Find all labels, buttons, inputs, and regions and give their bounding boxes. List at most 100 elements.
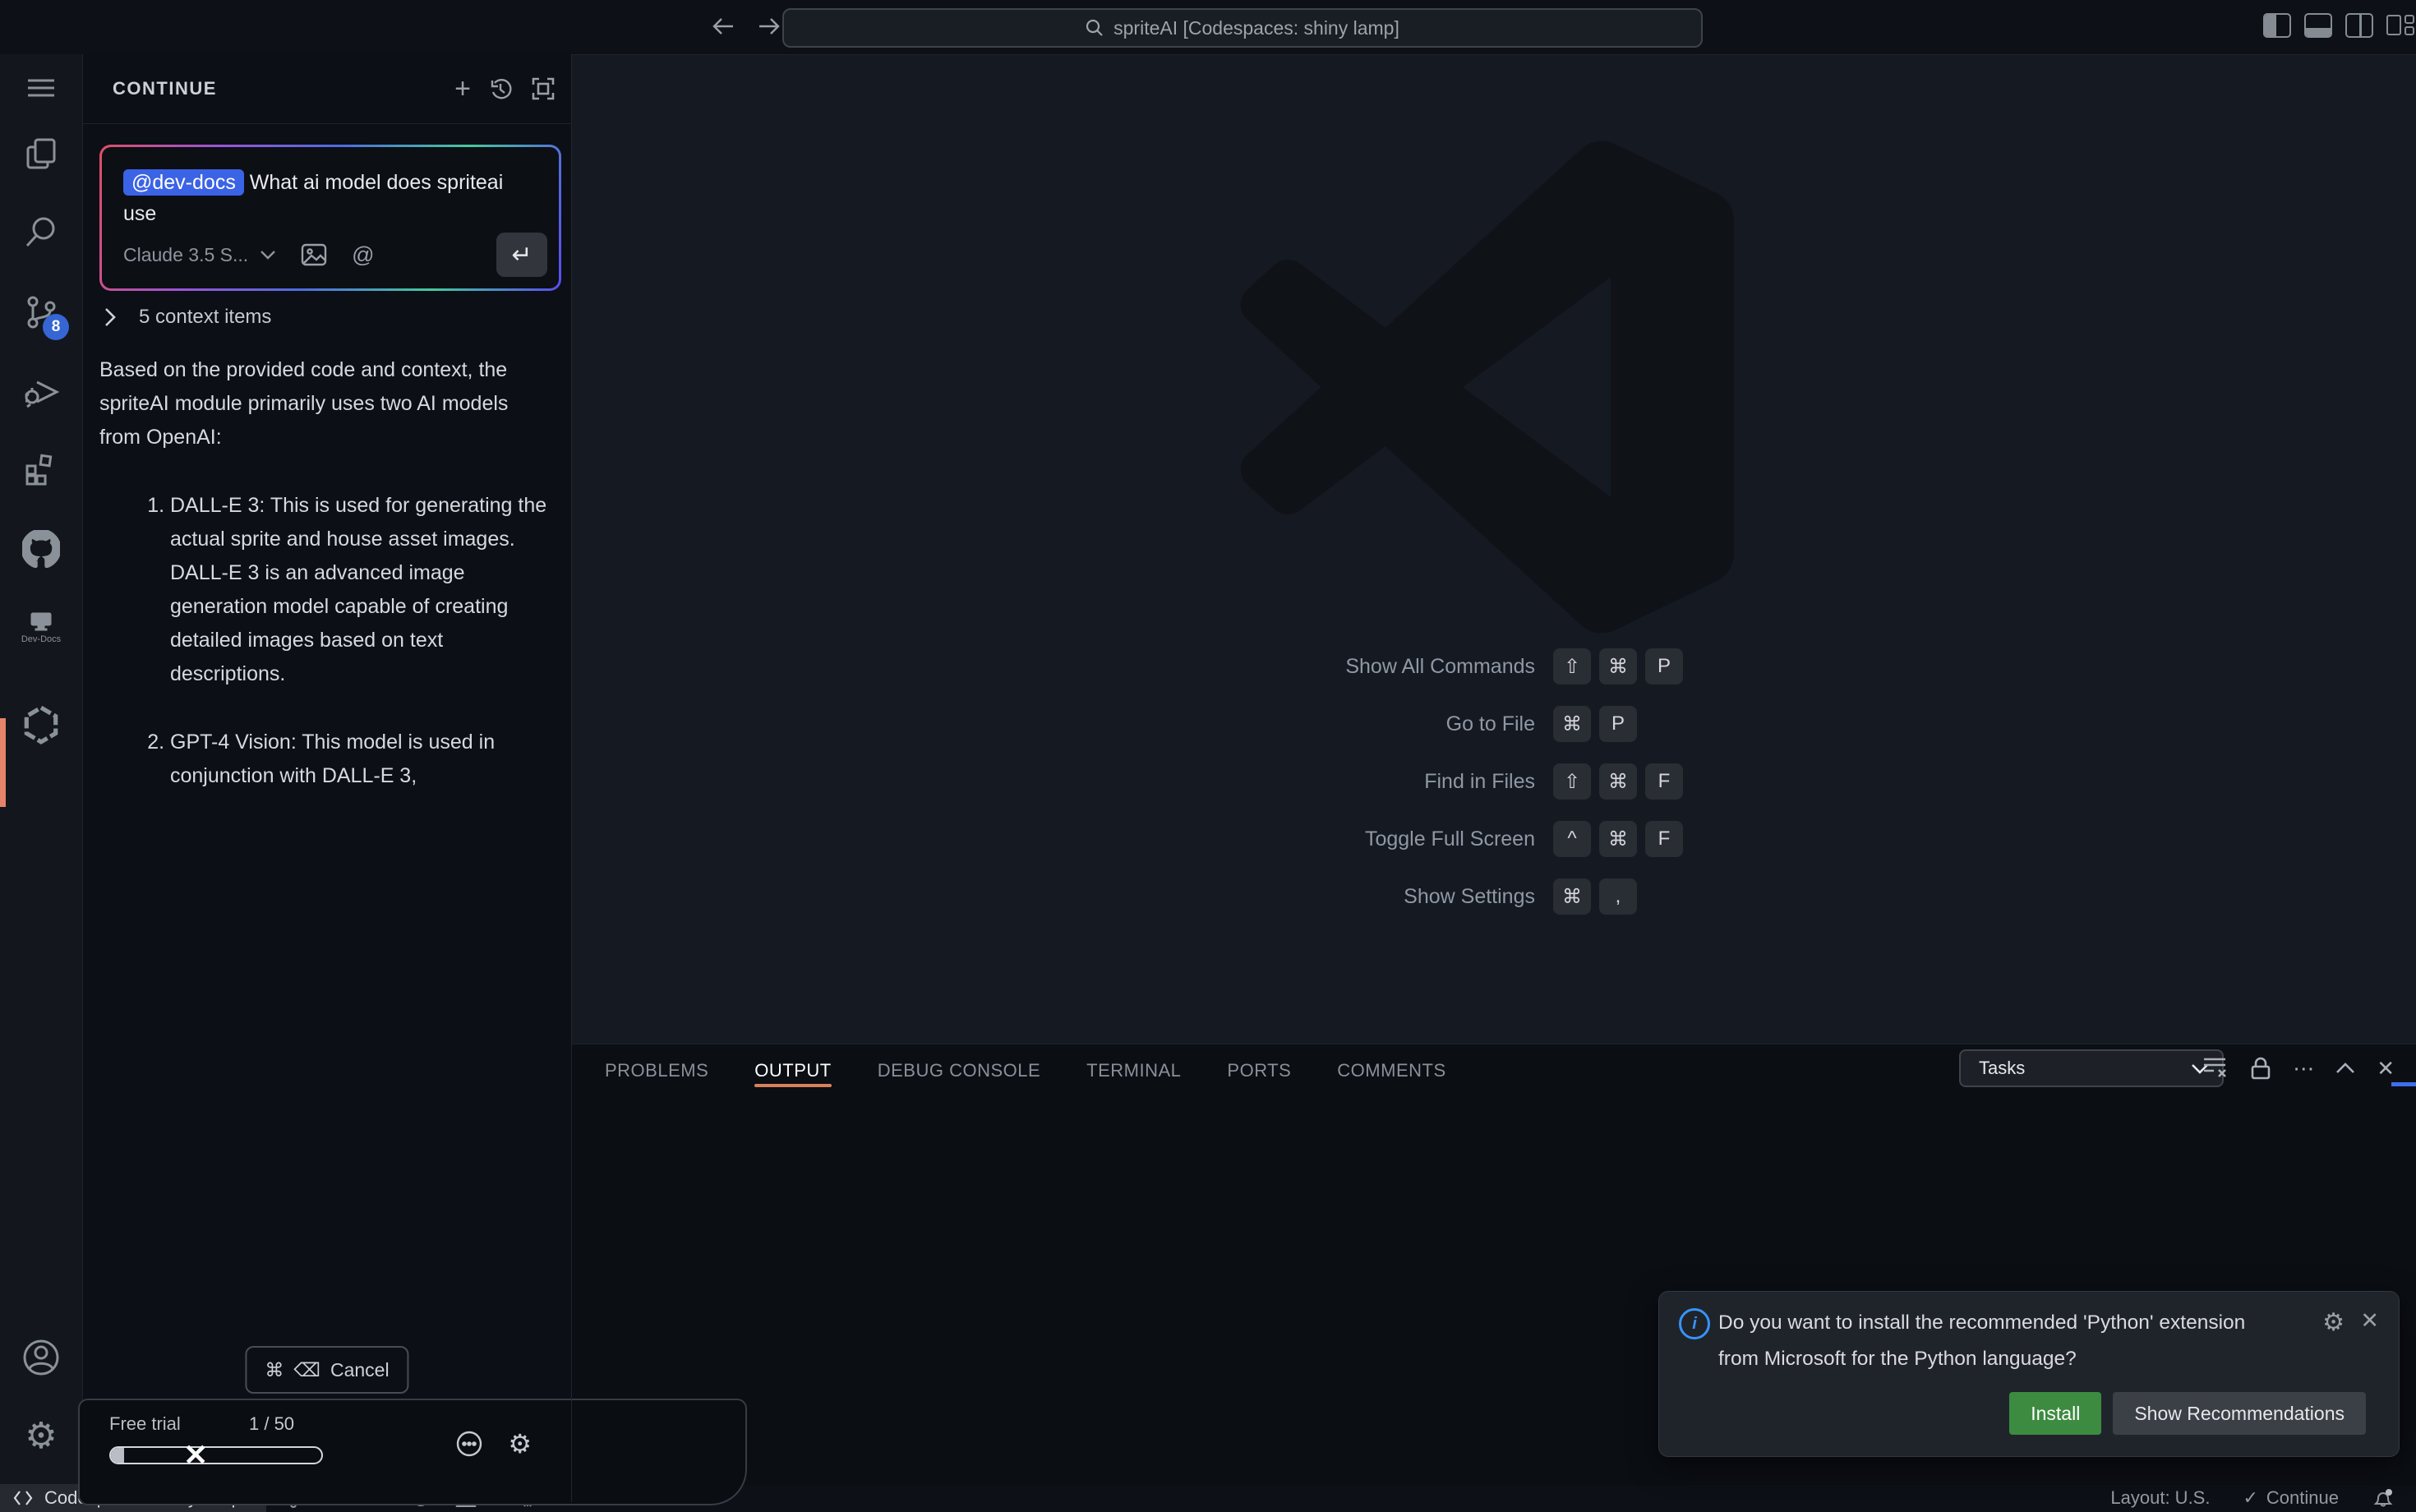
key-cmd: ⌘	[1553, 878, 1591, 915]
title-bar: spriteAI [Codespaces: shiny lamp]	[0, 0, 2416, 55]
continue-footer-bar: Free trial 1 / 50 ✕ ⚙	[78, 1399, 747, 1505]
response-list-item: DALL-E 3: This is used for generating th…	[170, 489, 553, 691]
key-f: F	[1645, 821, 1683, 857]
sidebar-item-continue[interactable]	[0, 687, 82, 763]
progress-marker[interactable]: ✕	[183, 1438, 208, 1473]
cancel-button[interactable]: ⌘ ⌫ Cancel	[245, 1346, 408, 1394]
continue-panel-header: CONTINUE +	[83, 54, 571, 124]
scm-badge: 8	[43, 314, 69, 340]
tab-problems[interactable]: PROBLEMS	[605, 1044, 708, 1097]
backspace-key-glyph: ⌫	[293, 1359, 320, 1381]
clear-output-icon[interactable]	[2202, 1056, 2229, 1081]
trial-progress-fill	[111, 1448, 124, 1463]
layout-indicator[interactable]: Layout: U.S.	[2110, 1487, 2210, 1509]
response-list-item: GPT-4 Vision: This model is used in conj…	[170, 726, 553, 793]
dev-docs-context-badge[interactable]: @dev-docs	[123, 169, 244, 196]
customize-layout-icon[interactable]	[2386, 15, 2411, 36]
show-recommendations-button[interactable]: Show Recommendations	[2113, 1392, 2366, 1435]
focus-indicator-line	[2391, 1082, 2416, 1086]
key-cmd: ⌘	[1553, 706, 1591, 742]
tab-comments[interactable]: COMMENTS	[1337, 1044, 1445, 1097]
panel-more-actions-icon[interactable]: ⋯	[2293, 1058, 2314, 1079]
add-context-at-icon[interactable]: @	[352, 242, 374, 268]
notification-toast: i Do you want to install the recommended…	[1658, 1291, 2400, 1457]
shortcut-row: Show All Commands ⇧⌘P	[572, 648, 1805, 685]
sidebar-item-run-debug[interactable]	[0, 354, 82, 430]
model-selector[interactable]: Claude 3.5 S...	[123, 244, 248, 266]
continue-status-item[interactable]: ✓ Continue	[2243, 1487, 2339, 1509]
search-icon	[1086, 19, 1104, 37]
key-f: F	[1645, 763, 1683, 800]
search-value: spriteAI [Codespaces: shiny lamp]	[1113, 17, 1399, 39]
output-channel-dropdown[interactable]: Tasks	[1959, 1049, 2224, 1087]
shortcut-row: Show Settings ⌘,	[572, 878, 1805, 915]
lock-output-icon[interactable]	[2250, 1056, 2271, 1081]
key-cmd: ⌘	[1599, 763, 1637, 800]
back-arrow-icon[interactable]	[708, 12, 738, 41]
cancel-label: Cancel	[330, 1359, 390, 1381]
context-items-label: 5 context items	[139, 306, 271, 329]
sidebar-item-github[interactable]	[0, 511, 82, 587]
install-button[interactable]: Install	[2009, 1392, 2101, 1435]
new-session-icon[interactable]: +	[454, 75, 471, 103]
context-items-row[interactable]: 5 context items	[104, 306, 271, 329]
maximize-panel-icon[interactable]	[2335, 1063, 2355, 1074]
output-channel-value: Tasks	[1979, 1058, 2025, 1079]
key-shift: ⇧	[1553, 648, 1591, 685]
fullscreen-icon[interactable]	[530, 76, 556, 102]
close-panel-icon[interactable]: ✕	[2377, 1058, 2395, 1079]
notification-settings-gear-icon[interactable]: ⚙	[2322, 1308, 2345, 1337]
key-p: P	[1599, 706, 1637, 742]
vscode-window: spriteAI [Codespaces: shiny lamp] 8	[0, 0, 2416, 1512]
watermark-shortcuts: Show All Commands ⇧⌘P Go to File ⌘P Find…	[572, 648, 1805, 936]
command-center-search[interactable]: spriteAI [Codespaces: shiny lamp]	[782, 8, 1703, 48]
key-p: P	[1645, 648, 1683, 685]
submit-enter-button[interactable]: ↵	[496, 233, 547, 277]
key-cmd: ⌘	[1599, 648, 1637, 685]
image-attach-icon[interactable]	[301, 243, 327, 266]
usage-count: 1 / 50	[249, 1413, 294, 1435]
key-cmd: ⌘	[1599, 821, 1637, 857]
tab-ports[interactable]: PORTS	[1227, 1044, 1291, 1097]
toggle-primary-sidebar-icon[interactable]	[2263, 13, 2291, 38]
chat-input-box[interactable]: @dev-docs What ai model does spriteai us…	[99, 145, 561, 291]
shortcut-row: Go to File ⌘P	[572, 706, 1805, 742]
continue-settings-gear-icon[interactable]: ⚙	[508, 1431, 532, 1457]
vscode-logo-watermark	[1233, 141, 1742, 634]
chat-input-text[interactable]: @dev-docs What ai model does spriteai us…	[102, 147, 559, 229]
sidebar-item-dev-docs[interactable]: Dev-Docs	[0, 590, 82, 666]
forward-arrow-icon[interactable]	[754, 12, 784, 41]
trial-progress-bar[interactable]: ✕	[109, 1446, 323, 1464]
chevron-down-icon[interactable]	[260, 250, 276, 260]
chevron-right-icon	[104, 307, 116, 327]
panel-title: CONTINUE	[113, 78, 217, 99]
more-options-icon[interactable]	[455, 1430, 483, 1458]
notification-close-icon[interactable]: ✕	[2360, 1308, 2379, 1334]
editor-area: Show All Commands ⇧⌘P Go to File ⌘P Find…	[572, 55, 2416, 1044]
tab-terminal[interactable]: TERMINAL	[1086, 1044, 1181, 1097]
key-shift: ⇧	[1553, 763, 1591, 800]
notification-message: Do you want to install the recommended '…	[1718, 1305, 2284, 1377]
continue-panel: CONTINUE + @dev-docs What ai model does …	[83, 54, 572, 1484]
shortcut-row: Find in Files ⇧⌘F	[572, 763, 1805, 800]
panel-divider	[571, 1399, 572, 1502]
settings-gear-icon[interactable]: ⚙	[0, 1399, 82, 1474]
sidebar-item-source-control[interactable]: 8	[0, 274, 82, 350]
sidebar-item-explorer[interactable]	[0, 116, 82, 191]
history-icon[interactable]	[487, 76, 514, 102]
remote-icon	[13, 1490, 33, 1506]
shortcut-row: Toggle Full Screen ^⌘F	[572, 821, 1805, 857]
response-intro: Based on the provided code and context, …	[99, 353, 553, 454]
sidebar-item-extensions[interactable]	[0, 432, 82, 508]
key-ctrl: ^	[1553, 821, 1591, 857]
toggle-panel-icon[interactable]	[2304, 13, 2332, 38]
menu-hamburger-icon[interactable]	[0, 50, 82, 126]
notifications-bell-icon[interactable]	[2372, 1487, 2395, 1510]
toggle-secondary-sidebar-icon[interactable]	[2345, 13, 2373, 38]
sidebar-item-search[interactable]	[0, 194, 82, 270]
tab-debug-console[interactable]: DEBUG CONSOLE	[878, 1044, 1040, 1097]
cmd-key-glyph: ⌘	[265, 1359, 284, 1381]
accounts-icon[interactable]	[0, 1320, 82, 1395]
assistant-response: Based on the provided code and context, …	[99, 353, 553, 827]
tab-output[interactable]: OUTPUT	[754, 1044, 831, 1097]
